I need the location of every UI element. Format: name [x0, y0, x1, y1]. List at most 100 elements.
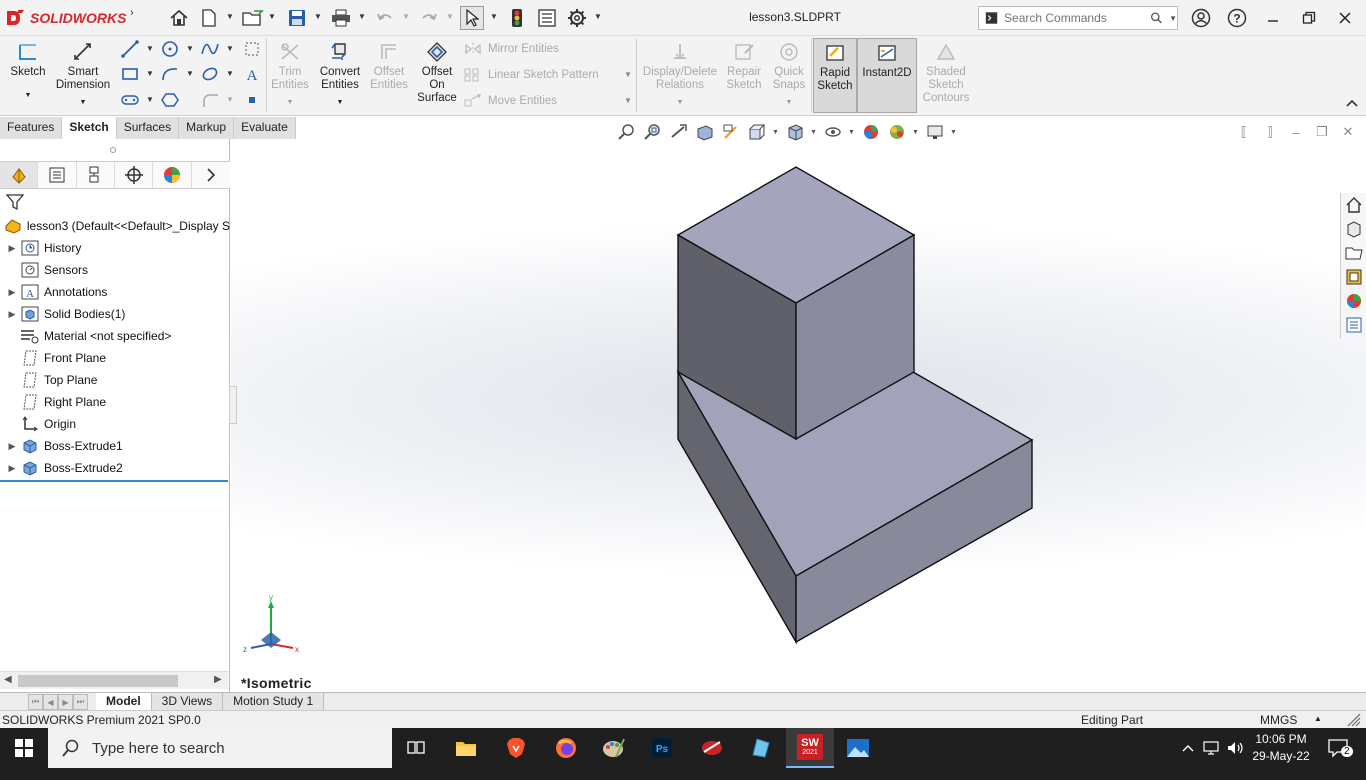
- new-dropdown-icon[interactable]: ▼: [226, 13, 234, 21]
- tree-item-right-plane[interactable]: Right Plane: [0, 391, 230, 413]
- propertymanager-tab-icon[interactable]: [38, 162, 77, 188]
- sketch-button[interactable]: Sketch ▼: [6, 40, 50, 102]
- file-explorer-taskbar-icon[interactable]: [442, 728, 490, 768]
- search-commands-input[interactable]: [1004, 11, 1145, 25]
- slot-dropdown-icon[interactable]: ▼: [146, 96, 154, 104]
- model-3d[interactable]: y x z: [231, 139, 1366, 692]
- smart-dimension-button[interactable]: Smart Dimension ▼: [54, 40, 112, 109]
- network-icon[interactable]: [1200, 728, 1222, 768]
- rectangle-icon[interactable]: [120, 65, 140, 83]
- snaps-dropdown-icon[interactable]: ▼: [786, 96, 793, 109]
- sketch-dropdown-icon[interactable]: ▼: [25, 89, 32, 102]
- file-explorer-icon[interactable]: [1342, 241, 1366, 265]
- tab-evaluate[interactable]: Evaluate: [234, 117, 296, 139]
- quick-snaps-button[interactable]: Quick Snaps ▼: [768, 40, 810, 109]
- fillet-icon[interactable]: [200, 91, 220, 109]
- rollback-bar[interactable]: [0, 480, 228, 482]
- construction-geometry-icon[interactable]: [242, 40, 262, 58]
- section-view-icon[interactable]: [694, 121, 716, 143]
- mirror-entities-button[interactable]: Mirror Entities: [464, 42, 559, 56]
- units-dropdown-icon[interactable]: ▲: [1314, 714, 1322, 723]
- solidworks-resources-icon[interactable]: [1342, 193, 1366, 217]
- save-icon[interactable]: [286, 8, 308, 28]
- taskbar-search-box[interactable]: Type here to search: [48, 728, 392, 768]
- panel-collapse-handle[interactable]: [229, 386, 237, 424]
- solidworks-logo[interactable]: SOLIDWORKS: [4, 8, 126, 28]
- design-library-icon[interactable]: [1342, 217, 1366, 241]
- menu-expand-icon[interactable]: ›: [130, 8, 138, 19]
- print-icon[interactable]: [330, 8, 352, 28]
- rapid-sketch-button[interactable]: Rapid Sketch: [813, 38, 857, 113]
- graphics-area[interactable]: y x z *Isometric: [231, 139, 1366, 692]
- view-orientation-icon[interactable]: [746, 121, 768, 143]
- tab-sketch[interactable]: Sketch: [62, 117, 117, 139]
- move-entities-button[interactable]: Move Entities: [464, 94, 557, 108]
- convert-dropdown-icon[interactable]: ▼: [337, 96, 344, 109]
- next-doc-icon[interactable]: ⟧: [1261, 124, 1279, 140]
- scroll-left-icon[interactable]: ◀: [4, 674, 12, 685]
- scroll-right-icon[interactable]: ▶: [214, 674, 222, 685]
- help-icon[interactable]: ?: [1225, 7, 1249, 29]
- rebuild-icon[interactable]: [506, 8, 528, 28]
- dimxpert-tab-icon[interactable]: [115, 162, 154, 188]
- doc-restore-icon[interactable]: ❐: [1313, 124, 1331, 140]
- 3d-builder-icon[interactable]: [736, 728, 784, 768]
- circle-dropdown-icon[interactable]: ▼: [186, 45, 194, 53]
- polygon-icon[interactable]: [160, 91, 180, 109]
- repair-sketch-button[interactable]: Repair Sketch: [722, 40, 766, 92]
- dynamic-annotation-icon[interactable]: [720, 121, 742, 143]
- home-icon[interactable]: [168, 8, 190, 28]
- account-icon[interactable]: [1189, 7, 1213, 29]
- panel-splitter-handle[interactable]: [110, 147, 116, 153]
- spline-icon[interactable]: [200, 40, 220, 58]
- last-tab-icon[interactable]: ⏭: [73, 694, 88, 710]
- move-dropdown-icon[interactable]: ▼: [624, 97, 632, 105]
- tree-item-solid-bodies-1[interactable]: ▶ Solid Bodies(1): [0, 303, 230, 325]
- tree-item-origin[interactable]: Origin: [0, 413, 230, 435]
- more-tabs-icon[interactable]: [192, 162, 230, 188]
- expand-arrow-icon[interactable]: ▶: [4, 243, 20, 254]
- ellipse-dropdown-icon[interactable]: ▼: [226, 70, 234, 78]
- hide-show-dropdown-icon[interactable]: ▼: [848, 129, 856, 136]
- tab-surfaces[interactable]: Surfaces: [116, 117, 180, 139]
- tree-item-front-plane[interactable]: Front Plane: [0, 347, 230, 369]
- tab-features[interactable]: Features: [0, 117, 63, 139]
- redo-icon[interactable]: [418, 8, 440, 28]
- open-dropdown-icon[interactable]: ▼: [268, 13, 276, 21]
- system-clock[interactable]: 10:06 PM 29-May-22: [1250, 731, 1312, 765]
- expand-arrow-icon[interactable]: ▶: [4, 309, 20, 320]
- scroll-thumb[interactable]: [18, 675, 178, 687]
- print-dropdown-icon[interactable]: ▼: [358, 13, 366, 21]
- prev-tab-icon[interactable]: ◀: [43, 694, 58, 710]
- filter-icon[interactable]: [5, 193, 26, 211]
- convert-entities-button[interactable]: Convert Entities ▼: [316, 40, 364, 109]
- new-document-icon[interactable]: [198, 8, 220, 28]
- volume-icon[interactable]: [1224, 728, 1246, 768]
- scene-dropdown-icon[interactable]: ▼: [912, 129, 920, 136]
- trim-entities-button[interactable]: Trim Entities ▼: [268, 40, 312, 109]
- tree-horizontal-scrollbar[interactable]: ◀ ▶: [0, 671, 228, 689]
- brave-browser-icon[interactable]: [492, 728, 540, 768]
- snipping-tool-icon[interactable]: [688, 728, 736, 768]
- line-icon[interactable]: [120, 40, 140, 58]
- circle-icon[interactable]: [160, 40, 180, 58]
- rectangle-dropdown-icon[interactable]: ▼: [146, 70, 154, 78]
- featuremanager-tab-icon[interactable]: [0, 162, 39, 188]
- firefox-icon[interactable]: [542, 728, 590, 768]
- paint-icon[interactable]: [590, 728, 638, 768]
- tree-item-boss-extrude1[interactable]: ▶ Boss-Extrude1: [0, 435, 230, 457]
- undo-icon[interactable]: [374, 8, 396, 28]
- instant2d-button[interactable]: Instant2D: [857, 38, 917, 113]
- display-style-dropdown-icon[interactable]: ▼: [810, 129, 818, 136]
- close-icon[interactable]: [1333, 7, 1357, 29]
- view-settings-icon[interactable]: [924, 121, 946, 143]
- slot-icon[interactable]: [120, 91, 140, 109]
- tree-item-history[interactable]: ▶ History: [0, 237, 230, 259]
- windows-start-icon[interactable]: [0, 728, 48, 768]
- select-dropdown-icon[interactable]: ▼: [490, 13, 498, 21]
- minimize-icon[interactable]: [1261, 7, 1285, 29]
- photos-icon[interactable]: [834, 728, 882, 768]
- previous-doc-icon[interactable]: ⟦: [1235, 124, 1253, 140]
- point-icon[interactable]: [242, 91, 262, 109]
- search-icon[interactable]: [1150, 10, 1163, 26]
